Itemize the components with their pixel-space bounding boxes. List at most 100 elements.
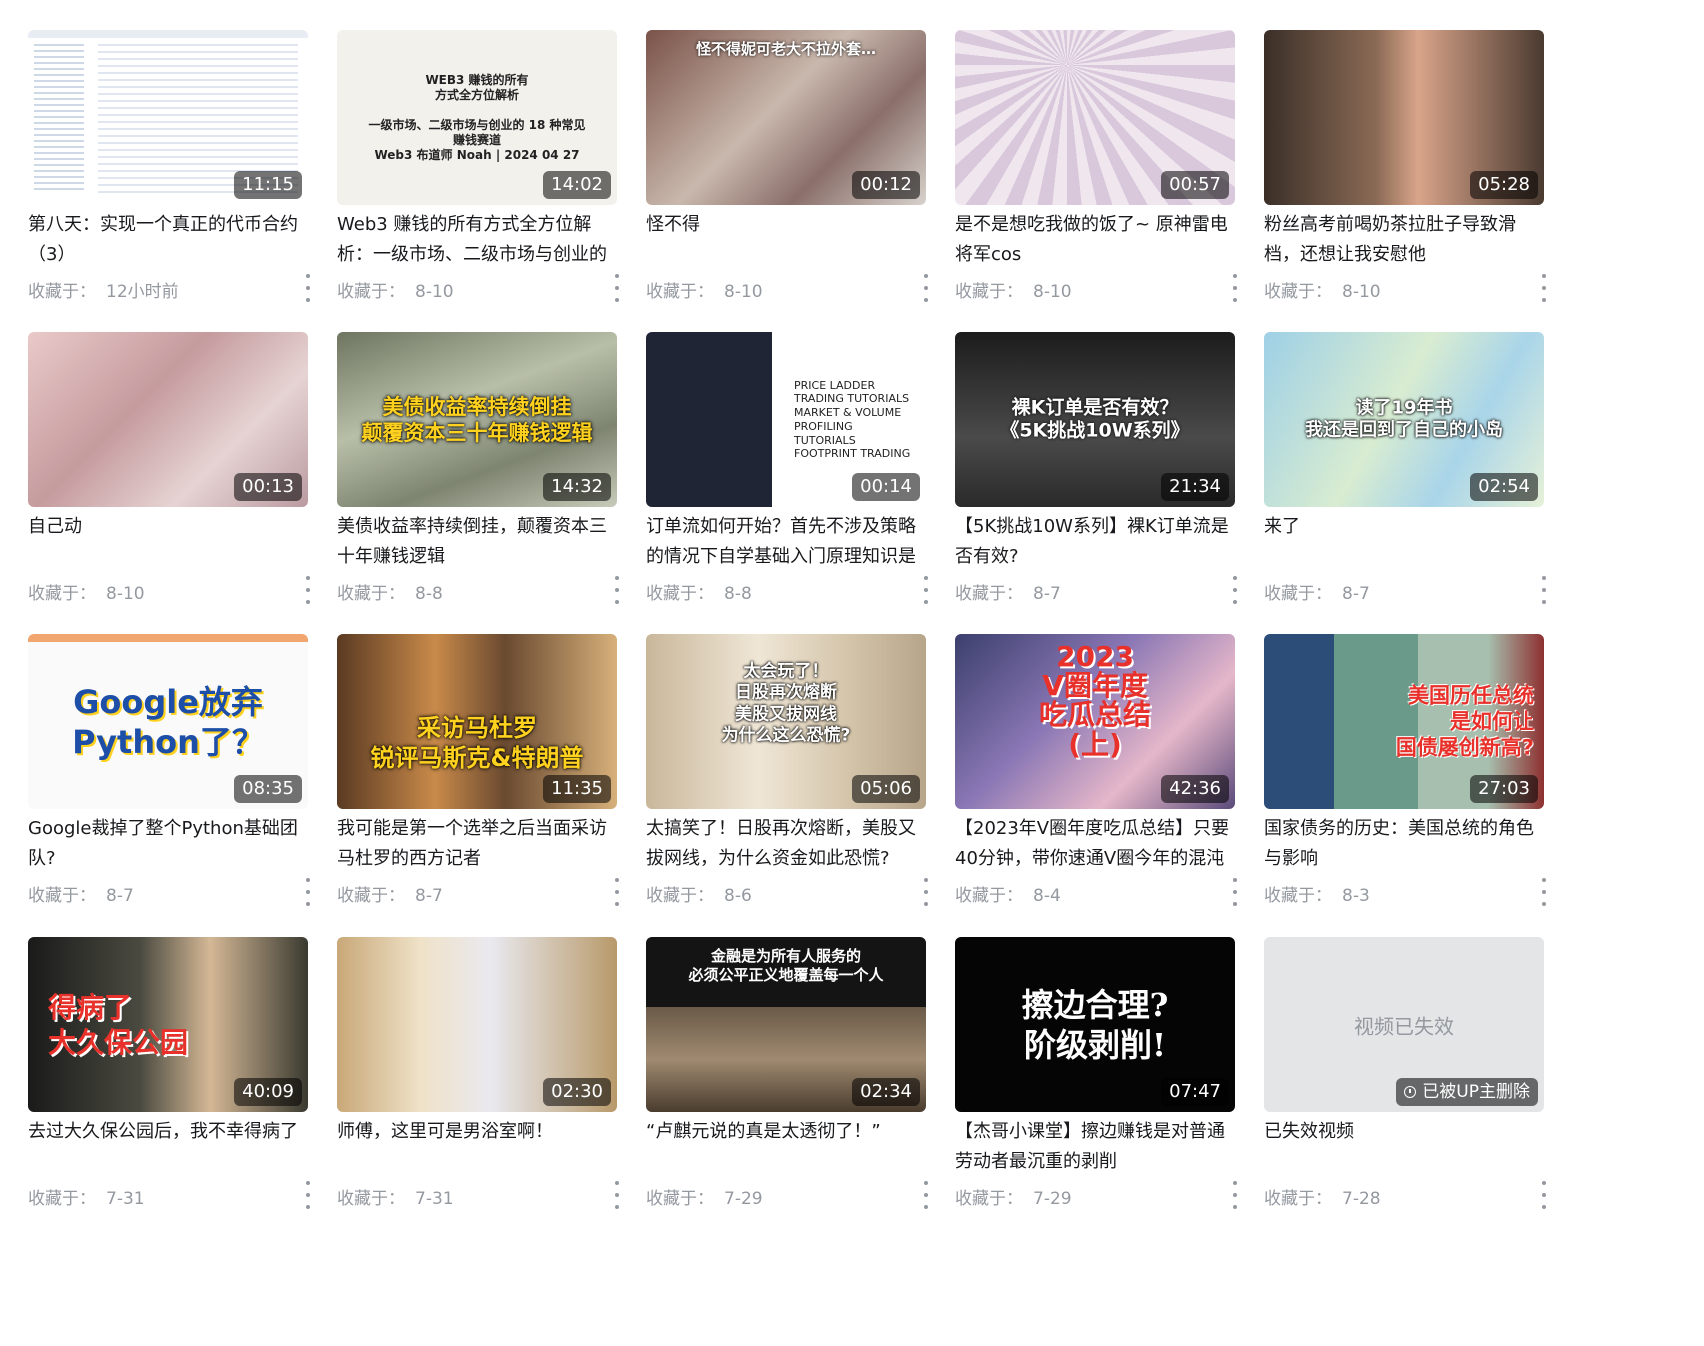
video-title[interactable]: 美债收益率持续倒挂，颠覆资本三十年赚钱逻辑	[337, 512, 617, 572]
video-meta: 收藏于： 8-3	[1264, 881, 1370, 906]
collected-date: 8-10	[1033, 282, 1072, 302]
video-meta: 收藏于： 8-10	[646, 277, 763, 302]
video-thumbnail[interactable]: 采访马杜罗 锐评马斯克&特朗普 11:35	[337, 634, 617, 809]
video-title[interactable]: Google裁掉了整个Python基础团队?	[28, 814, 308, 874]
collected-label: 收藏于：	[1264, 282, 1332, 302]
video-card[interactable]: 擦边合理? 阶级剥削! 07:47 【杰哥小课堂】擦边赚钱是对普通劳动者最沉重的…	[955, 937, 1237, 1237]
video-duration: 02:30	[543, 1078, 611, 1106]
video-thumbnail[interactable]: WEB3 赚钱的所有 方式全方位解析 一级市场、二级市场与创业的 18 种常见 …	[337, 30, 617, 205]
video-card[interactable]: 00:57 是不是想吃我做的饭了~ 原神雷电将军cos 收藏于： 8-10	[955, 30, 1237, 330]
video-card[interactable]: 美债收益率持续倒挂 颠覆资本三十年赚钱逻辑 14:32 美债收益率持续倒挂，颠覆…	[337, 332, 619, 632]
more-options-icon[interactable]	[922, 576, 930, 604]
collected-date: 7-29	[724, 1189, 763, 1209]
more-options-icon[interactable]	[613, 576, 621, 604]
more-options-icon[interactable]	[1231, 1181, 1239, 1209]
video-card[interactable]: 02:30 师傅，这里可是男浴室啊！ 收藏于： 7-31	[337, 937, 619, 1237]
video-thumbnail[interactable]: 00:13	[28, 332, 308, 507]
video-thumbnail[interactable]: 擦边合理? 阶级剥削! 07:47	[955, 937, 1235, 1112]
video-duration: 02:54	[1470, 473, 1538, 501]
video-card[interactable]: 00:13 自己动 收藏于： 8-10	[28, 332, 310, 632]
collected-date: 7-29	[1033, 1189, 1072, 1209]
video-title[interactable]: 【杰哥小课堂】擦边赚钱是对普通劳动者最沉重的剥削	[955, 1117, 1235, 1177]
more-options-icon[interactable]	[1231, 576, 1239, 604]
video-title[interactable]: 【2023年V圈年度吃瓜总结】只要40分钟，带你速通V圈今年的混沌	[955, 814, 1235, 874]
video-duration: 07:47	[1161, 1078, 1229, 1106]
more-options-icon[interactable]	[304, 274, 312, 302]
video-card[interactable]: 2023 V圈年度 吃瓜总结 (上) 42:36 【2023年V圈年度吃瓜总结】…	[955, 634, 1237, 934]
video-title[interactable]: 太搞笑了！日股再次熔断，美股又拔网线，为什么资金如此恐慌?	[646, 814, 926, 874]
video-thumbnail[interactable]: 05:28	[1264, 30, 1544, 205]
video-title[interactable]: 国家债务的历史：美国总统的角色与影响	[1264, 814, 1544, 874]
thumbnail-text: 擦边合理? 阶级剥削!	[1021, 985, 1169, 1064]
video-card[interactable]: 裸K订单是否有效？ 《5K挑战10W系列》 21:34 【5K挑战10W系列】裸…	[955, 332, 1237, 632]
more-options-icon[interactable]	[304, 1181, 312, 1209]
video-card[interactable]: 11:15 第八天：实现一个真正的代币合约（3） 收藏于： 12小时前	[28, 30, 310, 330]
collected-date: 8-4	[1033, 886, 1061, 906]
video-card[interactable]: PRICE LADDER TRADING TUTORIALS MARKET & …	[646, 332, 928, 632]
video-title[interactable]: 去过大久保公园后，我不幸得病了	[28, 1117, 308, 1147]
more-options-icon[interactable]	[1231, 274, 1239, 302]
video-card[interactable]: 太会玩了！ 日股再次熔断 美股又拔网线 为什么这么恐慌? 05:06 太搞笑了！…	[646, 634, 928, 934]
invalid-thumbnail: 视频已失效 已被UP主删除	[1264, 937, 1544, 1112]
video-duration: 05:28	[1470, 171, 1538, 199]
more-options-icon[interactable]	[613, 1181, 621, 1209]
collected-date: 8-10	[1342, 282, 1381, 302]
video-card-invalid[interactable]: 视频已失效 已被UP主删除 已失效视频 收藏于： 7-28	[1264, 937, 1546, 1237]
more-options-icon[interactable]	[922, 274, 930, 302]
video-thumbnail[interactable]: 怪不得妮可老大不拉外套… 00:12	[646, 30, 926, 205]
video-thumbnail[interactable]: 裸K订单是否有效？ 《5K挑战10W系列》 21:34	[955, 332, 1235, 507]
video-thumbnail[interactable]: 金融是为所有人服务的 必须公平正义地覆盖每一个人 02:34	[646, 937, 926, 1112]
video-title[interactable]: 来了	[1264, 512, 1544, 542]
video-title[interactable]: 【5K挑战10W系列】裸K订单流是否有效?	[955, 512, 1235, 572]
collected-date: 8-10	[106, 584, 145, 604]
video-title[interactable]: 怪不得	[646, 210, 926, 240]
video-card[interactable]: WEB3 赚钱的所有 方式全方位解析 一级市场、二级市场与创业的 18 种常见 …	[337, 30, 619, 330]
video-title[interactable]: Web3 赚钱的所有方式全方位解析：一级市场、二级市场与创业的	[337, 210, 617, 270]
video-thumbnail[interactable]: 太会玩了！ 日股再次熔断 美股又拔网线 为什么这么恐慌? 05:06	[646, 634, 926, 809]
more-options-icon[interactable]	[304, 576, 312, 604]
video-title[interactable]: 订单流如何开始？首先不涉及策略的情况下自学基础入门原理知识是	[646, 512, 926, 572]
video-thumbnail[interactable]: 读了19年书 我还是回到了自己的小岛 02:54	[1264, 332, 1544, 507]
video-title[interactable]: 是不是想吃我做的饭了~ 原神雷电将军cos	[955, 210, 1235, 270]
video-meta: 收藏于： 8-7	[1264, 579, 1370, 604]
video-card[interactable]: 05:28 粉丝高考前喝奶茶拉肚子导致滑档，还想让我安慰他 收藏于： 8-10	[1264, 30, 1546, 330]
more-options-icon[interactable]	[922, 878, 930, 906]
video-card[interactable]: 采访马杜罗 锐评马斯克&特朗普 11:35 我可能是第一个选举之后当面采访马杜罗…	[337, 634, 619, 934]
video-thumbnail[interactable]: 00:57	[955, 30, 1235, 205]
more-options-icon[interactable]	[1540, 878, 1548, 906]
video-title[interactable]: 自己动	[28, 512, 308, 542]
more-options-icon[interactable]	[1540, 1181, 1548, 1209]
video-thumbnail[interactable]: 11:15	[28, 30, 308, 205]
video-thumbnail[interactable]: 02:30	[337, 937, 617, 1112]
more-options-icon[interactable]	[1540, 274, 1548, 302]
video-card[interactable]: 美国历任总统 是如何让 国债屡创新高? 27:03 国家债务的历史：美国总统的角…	[1264, 634, 1546, 934]
more-options-icon[interactable]	[613, 878, 621, 906]
more-options-icon[interactable]	[922, 1181, 930, 1209]
more-options-icon[interactable]	[613, 274, 621, 302]
video-card[interactable]: 金融是为所有人服务的 必须公平正义地覆盖每一个人 02:34 “卢麒元说的真是太…	[646, 937, 928, 1237]
video-thumbnail[interactable]: 得病了 大久保公园 40:09	[28, 937, 308, 1112]
video-title[interactable]: “卢麒元说的真是太透彻了！”	[646, 1117, 926, 1147]
video-thumbnail[interactable]: Google放弃 Python了？ 08:35	[28, 634, 308, 809]
video-thumbnail[interactable]: 美国历任总统 是如何让 国债屡创新高? 27:03	[1264, 634, 1544, 809]
video-duration: 08:35	[234, 775, 302, 803]
video-card[interactable]: Google放弃 Python了？ 08:35 Google裁掉了整个Pytho…	[28, 634, 310, 934]
video-title[interactable]: 师傅，这里可是男浴室啊！	[337, 1117, 617, 1147]
collected-label: 收藏于：	[28, 282, 96, 302]
video-card[interactable]: 得病了 大久保公园 40:09 去过大久保公园后，我不幸得病了 收藏于： 7-31	[28, 937, 310, 1237]
video-thumbnail[interactable]: PRICE LADDER TRADING TUTORIALS MARKET & …	[646, 332, 926, 507]
video-title[interactable]: 我可能是第一个选举之后当面采访马杜罗的西方记者	[337, 814, 617, 874]
video-title[interactable]: 已失效视频	[1264, 1117, 1544, 1147]
video-thumbnail[interactable]: 美债收益率持续倒挂 颠覆资本三十年赚钱逻辑 14:32	[337, 332, 617, 507]
video-title[interactable]: 第八天：实现一个真正的代币合约（3）	[28, 210, 308, 270]
collected-label: 收藏于：	[337, 886, 405, 906]
video-thumbnail[interactable]: 2023 V圈年度 吃瓜总结 (上) 42:36	[955, 634, 1235, 809]
more-options-icon[interactable]	[1231, 878, 1239, 906]
more-options-icon[interactable]	[304, 878, 312, 906]
video-title[interactable]: 粉丝高考前喝奶茶拉肚子导致滑档，还想让我安慰他	[1264, 210, 1544, 270]
collected-date: 8-7	[1342, 584, 1370, 604]
more-options-icon[interactable]	[1540, 576, 1548, 604]
video-card[interactable]: 怪不得妮可老大不拉外套… 00:12 怪不得 收藏于： 8-10	[646, 30, 928, 330]
video-card[interactable]: 读了19年书 我还是回到了自己的小岛 02:54 来了 收藏于： 8-7	[1264, 332, 1546, 632]
video-duration: 27:03	[1470, 775, 1538, 803]
